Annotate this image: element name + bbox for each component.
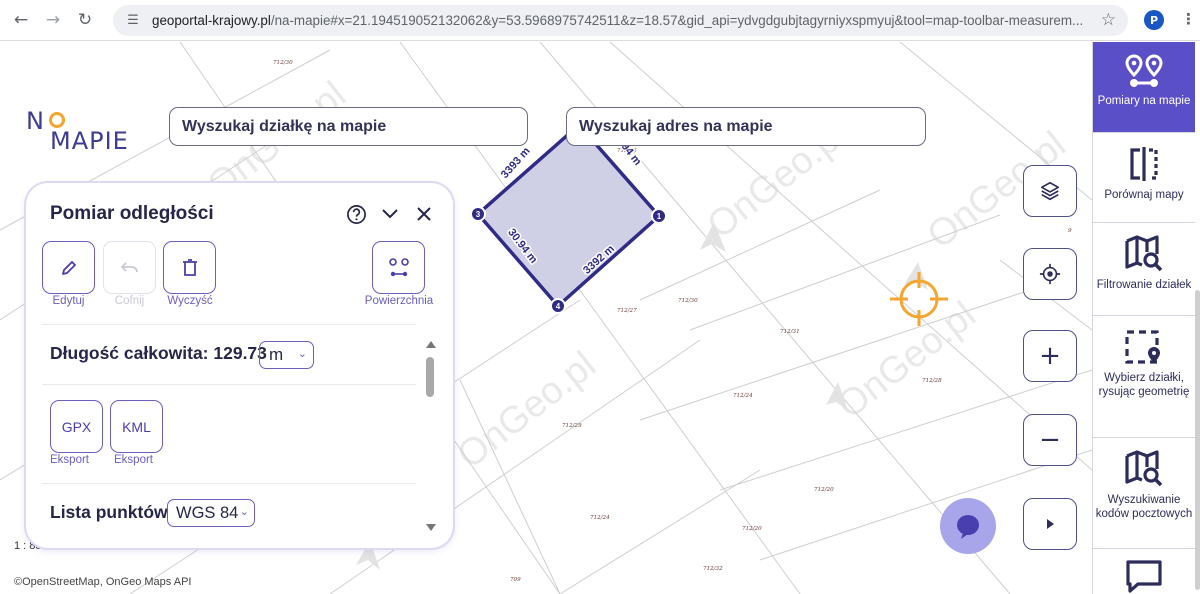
scroll-up-icon[interactable] — [426, 341, 436, 348]
panel-title: Pomiar odległości — [50, 203, 214, 224]
crs-select[interactable]: WGS 84 ⌄ — [167, 499, 255, 527]
help-icon[interactable] — [345, 203, 367, 225]
divider — [42, 483, 416, 484]
my-location-icon — [1039, 263, 1061, 285]
map-filter-icon — [1125, 235, 1163, 272]
sidebar-item-postal-codes[interactable]: Wyszukiwanie kodów pocztowych — [1093, 439, 1195, 549]
crs-value: WGS 84 — [176, 503, 239, 522]
vertex-number: 1 — [657, 212, 662, 221]
measure-icon — [1125, 54, 1163, 87]
select-geometry-icon — [1125, 330, 1160, 364]
divider — [42, 324, 416, 325]
sidebar-item-compare[interactable]: Porównaj mapy — [1093, 134, 1195, 223]
back-icon[interactable]: ← — [10, 9, 32, 31]
trash-icon — [182, 258, 197, 276]
plus-icon: + — [1039, 341, 1061, 371]
area-icon — [388, 257, 409, 276]
reload-icon[interactable]: ↻ — [74, 9, 96, 31]
parcel-search-placeholder: Wyszukaj działkę na mapie — [182, 117, 387, 135]
sidebar-item-filter-parcels[interactable]: Filtrowanie działek — [1093, 224, 1195, 316]
unit-value: m — [269, 345, 284, 364]
location-crosshair-icon — [890, 272, 948, 326]
nomapie-logo[interactable]: N MAPIE — [26, 107, 146, 157]
export-gpx-label: Eksport — [50, 454, 89, 466]
chevron-down-icon: ⌄ — [297, 348, 307, 360]
play-triangle-icon — [1047, 519, 1054, 529]
map-attribution[interactable]: ©OpenStreetMap, OnGeo Maps API — [14, 576, 191, 588]
url-text: geoportal-krajowy.pl/na-mapie#x=21.19451… — [152, 13, 1084, 28]
postal-code-icon — [1125, 450, 1163, 487]
collapse-chevron-icon[interactable] — [379, 203, 401, 225]
area-button[interactable] — [372, 241, 425, 294]
chevron-down-icon: ⌄ — [239, 506, 249, 518]
address-search-input[interactable]: Wyszukaj adres na mapie — [566, 107, 926, 146]
export-kml-button[interactable]: KML — [110, 400, 163, 453]
undo-icon — [120, 261, 138, 272]
chat-icon — [1126, 560, 1162, 593]
zoom-in-button[interactable]: + — [1023, 330, 1077, 382]
tools-sidebar: Pomiary na mapie Porównaj mapy Filtrowan… — [1092, 42, 1200, 594]
points-list-title: Lista punktów — [50, 502, 168, 522]
export-kml-label: Eksport — [114, 454, 153, 466]
chat-bubble-button[interactable] — [940, 498, 996, 554]
sidebar-item-select-geometry[interactable]: Wybierz działki, rysując geometrię — [1093, 317, 1195, 438]
minus-icon: − — [1039, 425, 1061, 455]
edit-button[interactable] — [42, 241, 95, 294]
forward-icon[interactable]: → — [42, 9, 64, 31]
layers-icon — [1040, 181, 1060, 201]
chat-icon — [957, 515, 979, 539]
area-label: Powierzchnia — [364, 295, 434, 307]
clear-label: Wyczyść — [167, 295, 213, 307]
browser-toolbar: ← → ↻ ☰ geoportal-krajowy.pl/na-mapie#x=… — [0, 0, 1200, 41]
browser-menu-icon[interactable]: ⋮ — [1181, 10, 1196, 28]
sidebar-scrollbar[interactable] — [1195, 290, 1200, 590]
undo-label: Cofnij — [114, 295, 145, 307]
vertex-number: 3 — [476, 210, 481, 219]
close-icon[interactable] — [413, 203, 435, 225]
total-length: Długość całkowita: 129.73 — [50, 343, 267, 363]
parcel-search-input[interactable]: Wyszukaj działkę na mapie — [169, 107, 528, 146]
divider — [42, 384, 416, 385]
zoom-out-button[interactable]: − — [1023, 414, 1077, 466]
export-gpx-button[interactable]: GPX — [50, 400, 103, 453]
my-location-button[interactable] — [1023, 248, 1077, 300]
address-bar[interactable]: ☰ geoportal-krajowy.pl/na-mapie#x=21.194… — [113, 5, 1128, 36]
distance-measure-panel: Pomiar odległości Edytuj Cofnij Wyczyść … — [26, 183, 453, 548]
clear-button[interactable] — [163, 241, 216, 294]
sidebar-item-measure[interactable]: Pomiary na mapie — [1093, 42, 1195, 133]
profile-avatar[interactable]: P — [1144, 10, 1164, 30]
scroll-down-icon[interactable] — [426, 524, 436, 531]
sidebar-item-chat[interactable] — [1093, 550, 1195, 594]
scroll-thumb[interactable] — [426, 357, 434, 397]
compare-icon — [1130, 147, 1158, 181]
unit-select[interactable]: m ⌄ — [259, 341, 314, 369]
vertex-number: 4 — [556, 302, 561, 311]
expand-panel-button[interactable] — [1023, 498, 1077, 550]
pencil-icon — [61, 260, 76, 275]
undo-button[interactable] — [103, 241, 156, 294]
layers-button[interactable] — [1023, 165, 1077, 217]
edit-label: Edytuj — [52, 295, 85, 307]
address-search-placeholder: Wyszukaj adres na mapie — [579, 117, 773, 135]
site-settings-icon[interactable]: ☰ — [122, 13, 144, 28]
bookmark-star-icon[interactable]: ☆ — [1101, 10, 1116, 30]
panel-scrollbar[interactable] — [425, 341, 437, 531]
